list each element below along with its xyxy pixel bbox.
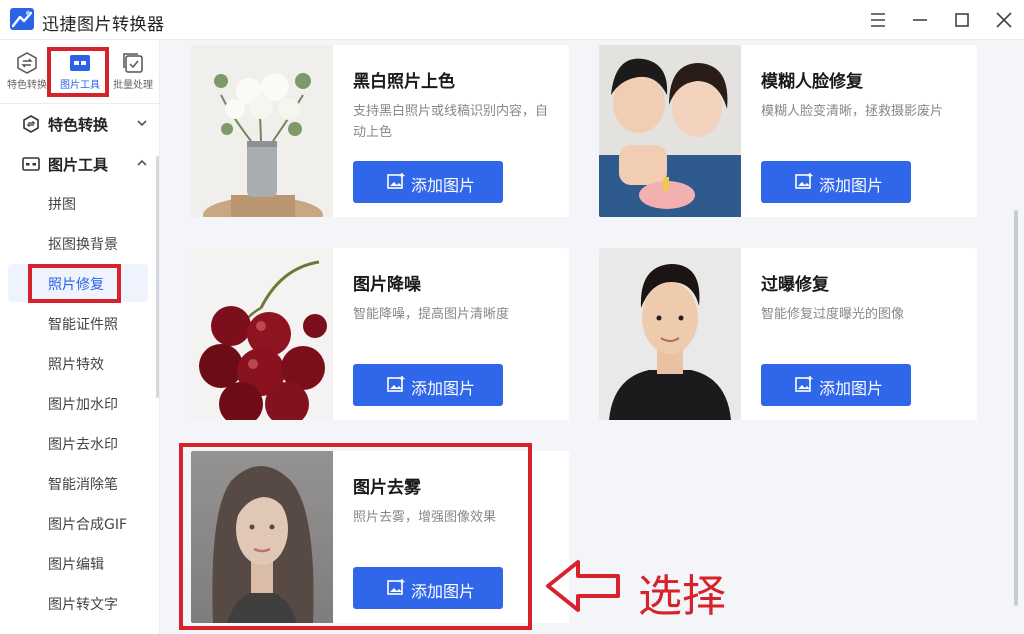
sidebar-item-gif[interactable]: 图片合成GIF xyxy=(8,504,148,542)
arrow-left-icon xyxy=(546,560,620,612)
image-tools-icon xyxy=(22,157,40,171)
card-title: 黑白照片上色 xyxy=(353,72,455,92)
menu-icon[interactable] xyxy=(866,8,890,32)
image-add-icon xyxy=(795,376,813,392)
app-title: 迅捷图片转换器 xyxy=(42,15,165,35)
sidebar: 特色转换 图片工具 拼图 抠图换背景 照片修复 智能证件照 照片特效 图片加水印… xyxy=(0,104,160,634)
image-add-icon xyxy=(387,173,405,189)
image-add-icon xyxy=(795,173,813,189)
add-image-label: 添加图片 xyxy=(819,176,884,195)
maximize-icon[interactable] xyxy=(950,8,974,32)
card-colorize: 黑白照片上色 支持黑白照片或线稿识别内容，自动上色 添加图片 xyxy=(191,45,569,217)
rail-label: 特色转换 xyxy=(7,80,47,91)
sidebar-item-label: 图片加水印 xyxy=(48,397,118,413)
add-image-button[interactable]: 添加图片 xyxy=(761,364,911,406)
annotation-label: 选择 xyxy=(638,571,726,622)
card-title: 图片降噪 xyxy=(353,275,421,295)
sidebar-item-collage[interactable]: 拼图 xyxy=(8,184,148,222)
card-overexposure: 过曝修复 智能修复过度曝光的图像 添加图片 xyxy=(599,248,977,420)
man-portrait-thumbnail xyxy=(599,248,741,420)
card-description: 模糊人脸变清晰，拯救摄影废片 xyxy=(761,104,944,119)
sidebar-item-label: 照片特效 xyxy=(48,357,104,373)
rail-item-feature-convert[interactable]: 特色转换 xyxy=(2,46,52,98)
card-description: 支持黑白照片或线稿识别内容，自动上色 xyxy=(353,104,549,140)
sidebar-item-label: 图片去水印 xyxy=(48,437,118,453)
sidebar-item-cutout[interactable]: 抠图换背景 xyxy=(8,224,148,262)
cherries-thumbnail xyxy=(191,248,333,420)
app-logo-icon xyxy=(10,8,34,30)
sidebar-item-remove-watermark[interactable]: 图片去水印 xyxy=(8,424,148,462)
highlight-box-sidebar xyxy=(28,264,121,303)
card-face-repair: 模糊人脸修复 模糊人脸变清晰，拯救摄影废片 添加图片 xyxy=(599,45,977,217)
highlight-box-rail xyxy=(47,47,109,97)
convert-icon xyxy=(23,115,39,133)
flowers-vase-thumbnail xyxy=(191,45,333,217)
add-image-button[interactable]: 添加图片 xyxy=(353,364,503,406)
sidebar-item-label: 智能证件照 xyxy=(48,317,118,333)
sidebar-item-label: 图片转文字 xyxy=(48,597,118,613)
batch-icon xyxy=(123,53,143,73)
sidebar-group-label: 图片工具 xyxy=(48,156,109,174)
sidebar-item-label: 图片合成GIF xyxy=(48,517,128,533)
sidebar-item-photo-effects[interactable]: 照片特效 xyxy=(8,344,148,382)
add-image-label: 添加图片 xyxy=(819,379,884,398)
sidebar-item-label: 图片编辑 xyxy=(48,557,104,573)
add-image-label: 添加图片 xyxy=(411,176,476,195)
sidebar-item-label: 拼图 xyxy=(48,197,76,213)
convert-icon xyxy=(17,52,37,74)
content-scrollbar[interactable] xyxy=(1014,210,1018,606)
title-bar: 迅捷图片转换器 xyxy=(0,0,1024,40)
couple-photo-thumbnail xyxy=(599,45,741,217)
card-description: 智能降噪，提高图片清晰度 xyxy=(353,307,510,322)
image-add-icon xyxy=(387,376,405,392)
chevron-down-icon xyxy=(137,120,147,127)
add-image-button[interactable]: 添加图片 xyxy=(761,161,911,203)
chevron-up-icon xyxy=(137,159,147,166)
sidebar-group-feature-convert[interactable]: 特色转换 xyxy=(22,112,152,136)
add-image-button[interactable]: 添加图片 xyxy=(353,161,503,203)
sidebar-scrollbar[interactable] xyxy=(156,156,159,398)
sidebar-item-eraser[interactable]: 智能消除笔 xyxy=(8,464,148,502)
highlight-box-card xyxy=(179,443,532,630)
sidebar-item-ocr[interactable]: 图片转文字 xyxy=(8,584,148,622)
sidebar-item-id-photo[interactable]: 智能证件照 xyxy=(8,304,148,342)
sidebar-item-label: 抠图换背景 xyxy=(48,237,118,253)
rail-item-batch[interactable]: 批量处理 xyxy=(108,46,158,98)
card-denoise: 图片降噪 智能降噪，提高图片清晰度 添加图片 xyxy=(191,248,569,420)
sidebar-item-edit[interactable]: 图片编辑 xyxy=(8,544,148,582)
rail-label: 批量处理 xyxy=(113,80,153,91)
sidebar-item-add-watermark[interactable]: 图片加水印 xyxy=(8,384,148,422)
card-description: 智能修复过度曝光的图像 xyxy=(761,307,905,322)
card-title: 模糊人脸修复 xyxy=(761,72,863,92)
minimize-icon[interactable] xyxy=(908,8,932,32)
add-image-label: 添加图片 xyxy=(411,379,476,398)
close-icon[interactable] xyxy=(992,8,1016,32)
sidebar-group-image-tools[interactable]: 图片工具 xyxy=(22,152,152,176)
sidebar-item-label: 智能消除笔 xyxy=(48,477,118,493)
card-title: 过曝修复 xyxy=(761,275,829,295)
sidebar-group-label: 特色转换 xyxy=(48,116,109,134)
